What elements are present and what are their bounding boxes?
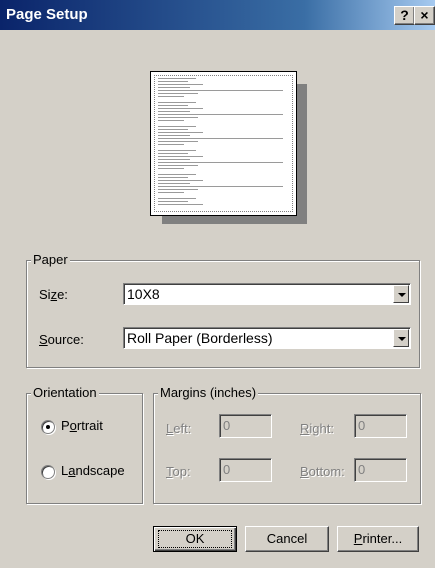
orientation-group <box>26 393 143 504</box>
portrait-label[interactable]: Portrait <box>61 418 103 433</box>
landscape-label[interactable]: Landscape <box>61 463 125 478</box>
page-setup-dialog: Page Setup ? × Paper Size: 10X8 Source: … <box>0 0 435 568</box>
page-preview <box>150 71 297 216</box>
margins-legend: Margins (inches) <box>158 385 259 400</box>
margins-group <box>153 393 421 504</box>
bottom-margin-input[interactable]: 0 <box>354 458 407 482</box>
size-select[interactable]: 10X8 <box>123 283 411 305</box>
source-value: Roll Paper (Borderless) <box>127 330 273 346</box>
top-margin-input[interactable]: 0 <box>219 458 272 482</box>
cancel-button[interactable]: Cancel <box>245 526 329 552</box>
help-button[interactable]: ? <box>394 6 415 25</box>
size-label: Size: <box>39 287 68 302</box>
left-margin-label: Left: <box>166 421 192 436</box>
landscape-radio[interactable] <box>41 465 55 479</box>
ok-button[interactable]: OK <box>153 526 237 552</box>
portrait-radio[interactable] <box>41 420 55 434</box>
bottom-margin-label: Bottom: <box>300 464 345 479</box>
window-title: Page Setup <box>6 6 88 23</box>
title-bar: Page Setup ? × <box>0 0 435 30</box>
preview-text-area <box>154 75 293 212</box>
paper-legend: Paper <box>31 252 70 267</box>
left-margin-input[interactable]: 0 <box>219 414 272 438</box>
printer-label: Printer... <box>353 531 403 546</box>
source-dropdown-arrow-icon[interactable] <box>393 329 409 347</box>
printer-button[interactable]: Printer... <box>337 526 419 552</box>
close-button[interactable]: × <box>414 6 435 25</box>
focus-indicator <box>158 530 232 548</box>
source-select[interactable]: Roll Paper (Borderless) <box>123 327 411 349</box>
orientation-legend: Orientation <box>31 385 99 400</box>
top-margin-label: Top: <box>166 464 191 479</box>
cancel-label: Cancel <box>266 531 308 546</box>
size-dropdown-arrow-icon[interactable] <box>393 285 409 303</box>
right-margin-label: Right: <box>300 421 334 436</box>
right-margin-input[interactable]: 0 <box>354 414 407 438</box>
paper-group <box>26 260 420 368</box>
size-value: 10X8 <box>127 286 160 302</box>
source-label: Source: <box>39 332 84 347</box>
